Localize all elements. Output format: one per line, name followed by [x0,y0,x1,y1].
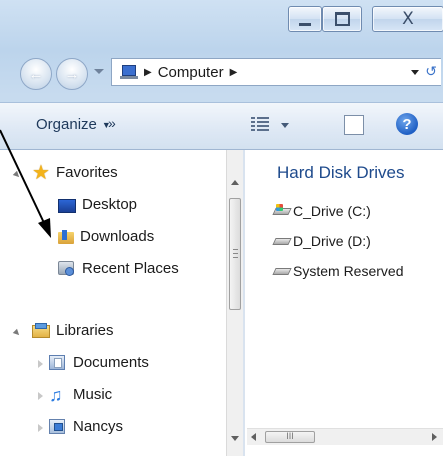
scroll-right-icon[interactable] [432,433,437,441]
tree-item-label: Music [73,386,113,403]
favorites-expander[interactable] [12,170,22,180]
navigation-pane: ★ Favorites Desktop Downloads Recent Pla… [0,150,226,456]
explorer-window: X ← → ▶ Computer ▶ ↺ Organize ▼ » ? ★ Fa… [0,0,443,456]
close-icon: X [402,9,414,29]
drive-item-system-reserved[interactable]: System Reserved [272,263,404,279]
address-history-dropdown[interactable] [411,70,419,75]
tree-item-label: Recent Places [82,260,179,277]
help-icon[interactable]: ? [396,113,418,135]
scroll-up-icon[interactable] [231,180,239,185]
favorites-star-icon: ★ [32,161,50,184]
libraries-icon [32,322,50,339]
breadcrumb-separator-icon[interactable]: ▶ [230,67,238,78]
content-horizontal-scrollbar[interactable]: III [247,428,443,445]
tree-item-documents[interactable]: Documents [49,354,149,371]
scroll-down-icon[interactable] [231,436,239,441]
recent-pages-dropdown[interactable] [94,69,104,74]
tree-item-libraries[interactable]: Libraries [32,322,114,339]
view-options-dropdown[interactable] [281,123,289,128]
preview-pane-icon[interactable] [344,115,364,135]
breadcrumb-separator-icon[interactable]: ▶ [144,67,152,78]
nancys-expander[interactable] [38,424,43,432]
close-button[interactable]: X [372,6,443,32]
tree-item-label: Documents [73,354,149,371]
tree-item-downloads[interactable]: Downloads [58,228,154,245]
minimize-button[interactable] [288,6,322,32]
tree-item-label: Favorites [56,164,118,181]
navigation-scrollbar[interactable] [226,150,243,456]
more-commands-button[interactable]: » [108,115,116,131]
drive-label: System Reserved [293,263,404,279]
horizontal-scrollbar-thumb[interactable]: III [265,431,315,443]
scrollbar-thumb[interactable] [229,198,241,310]
drive-item-c[interactable]: C_Drive (C:) [272,203,371,219]
documents-library-icon [49,354,67,371]
address-bar[interactable]: ▶ Computer ▶ ↺ [111,58,441,86]
documents-expander[interactable] [38,360,43,368]
tree-item-recent-places[interactable]: Recent Places [58,260,179,277]
content-pane: Hard Disk Drives C_Drive (C:) D_Drive (D… [245,150,443,456]
downloads-folder-icon [58,229,74,244]
recent-places-icon [58,260,76,277]
forward-button[interactable]: → [56,58,88,90]
nancys-library-icon [49,418,67,435]
tree-item-label: Libraries [56,322,114,339]
tree-item-music[interactable]: ♫ Music [49,384,113,405]
music-icon: ♫ [49,384,63,405]
tree-item-label: Nancys [73,418,124,435]
organize-button[interactable]: Organize ▼ [36,116,111,133]
hard-drive-icon [272,266,292,276]
desktop-icon [58,198,76,213]
hard-drive-icon [272,236,292,246]
forward-arrow-icon: → [64,65,80,83]
tree-item-desktop[interactable]: Desktop [58,196,137,213]
tree-item-label: Downloads [80,228,155,245]
tree-item-nancys[interactable]: Nancys [49,418,123,435]
drive-label: C_Drive (C:) [293,203,371,219]
command-bar: Organize ▼ » ? [0,102,443,150]
drive-item-d[interactable]: D_Drive (D:) [272,233,371,249]
tree-item-label: Desktop [82,196,138,213]
drive-label: D_Drive (D:) [293,233,371,249]
computer-icon [120,65,138,79]
music-expander[interactable] [38,392,43,400]
back-arrow-icon: ← [28,65,44,83]
scroll-left-icon[interactable] [251,433,256,441]
refresh-icon[interactable]: ↺ [425,63,437,80]
tree-item-favorites[interactable]: ★ Favorites [32,161,118,184]
maximize-button[interactable] [322,6,362,32]
libraries-expander[interactable] [12,328,22,338]
back-button[interactable]: ← [20,58,52,90]
minimize-icon [299,22,311,26]
maximize-icon [334,12,350,26]
breadcrumb-computer[interactable]: Computer [158,64,224,81]
organize-label: Organize [36,116,97,133]
windows-drive-icon [272,204,292,216]
change-view-icon[interactable] [251,116,269,132]
section-title-hard-disk-drives[interactable]: Hard Disk Drives [277,163,405,183]
